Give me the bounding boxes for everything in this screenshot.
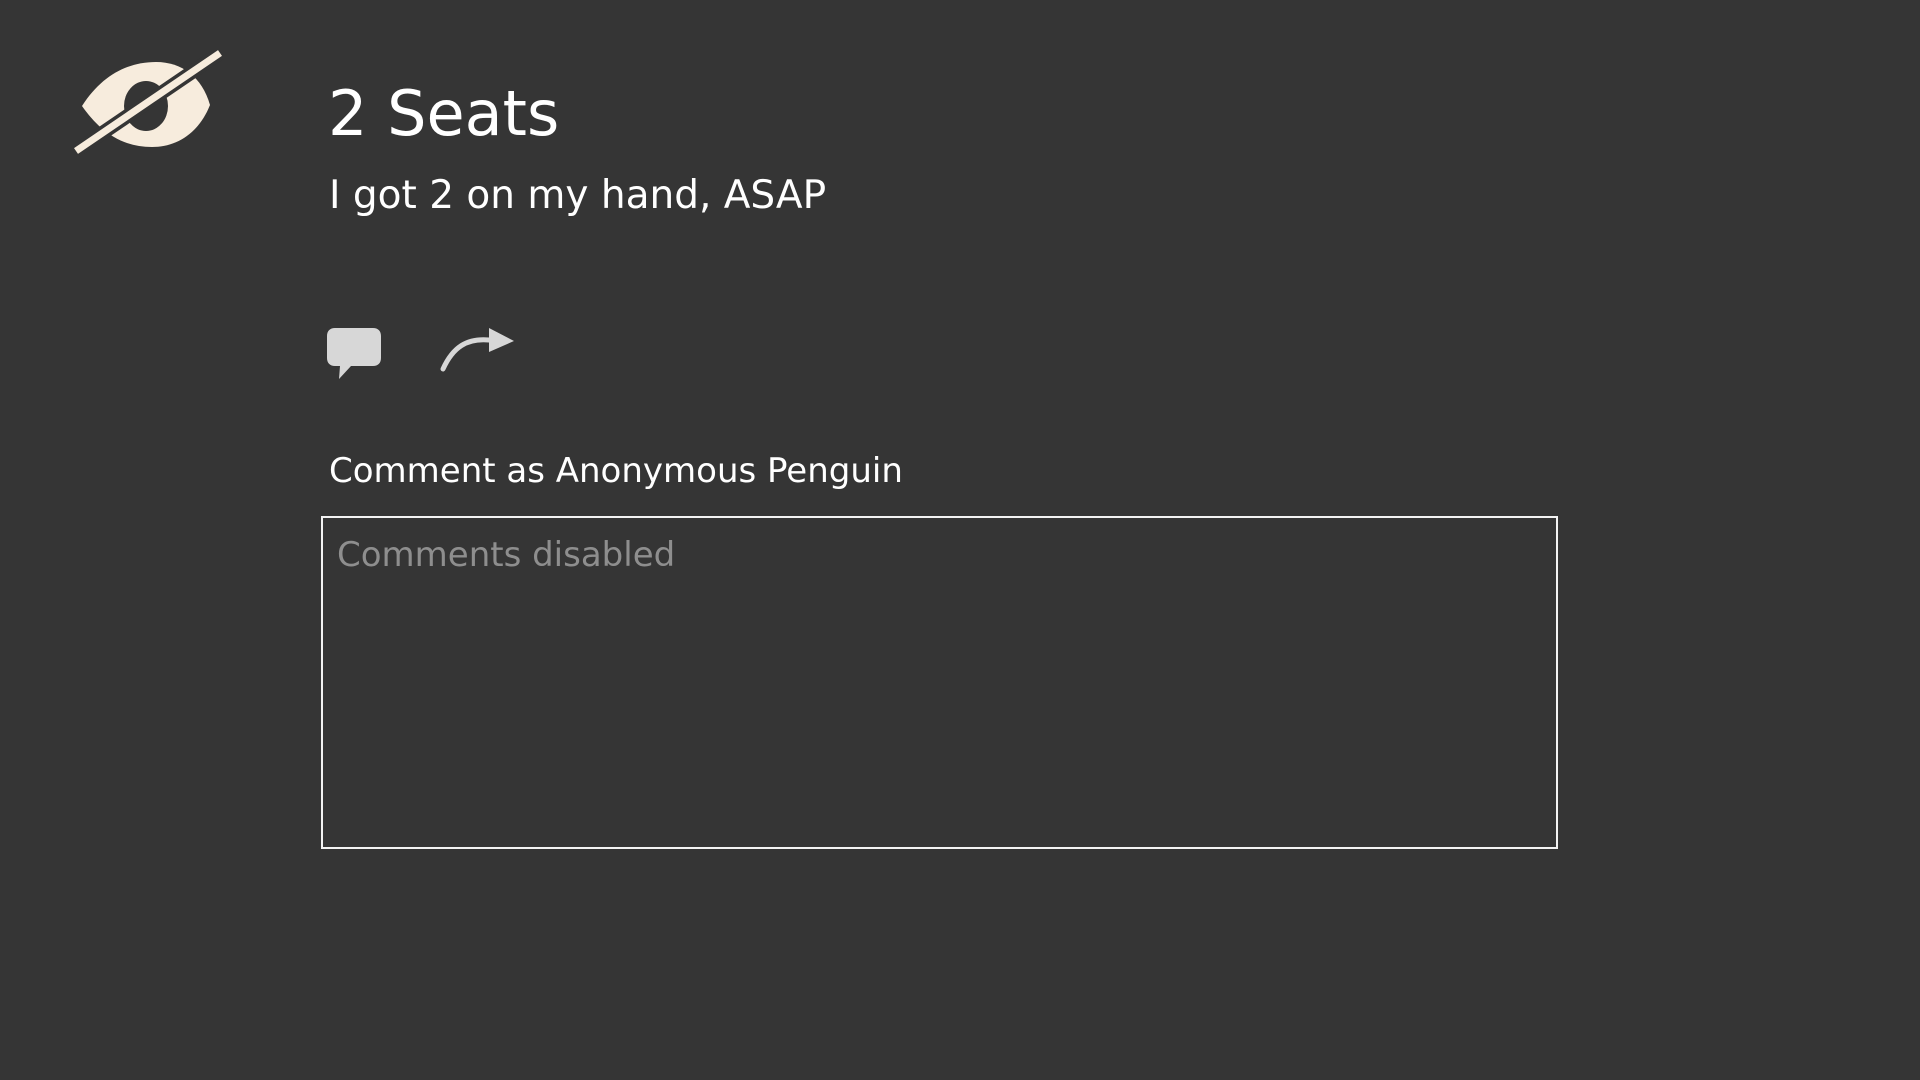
hidden-eye-icon [74,50,224,154]
share-arrow-icon [440,328,514,372]
comment-label: Comment as Anonymous Penguin [329,451,903,491]
post-actions [326,325,516,383]
share-button[interactable] [438,325,514,381]
post-detail-page: 2 Seats I got 2 on my hand, ASAP Comment… [0,0,1920,1080]
comment-field[interactable] [321,516,1558,849]
post-body: I got 2 on my hand, ASAP [329,173,827,218]
post-title: 2 Seats [328,77,560,150]
speech-bubble-icon [327,328,381,379]
comment-button[interactable] [326,325,382,381]
